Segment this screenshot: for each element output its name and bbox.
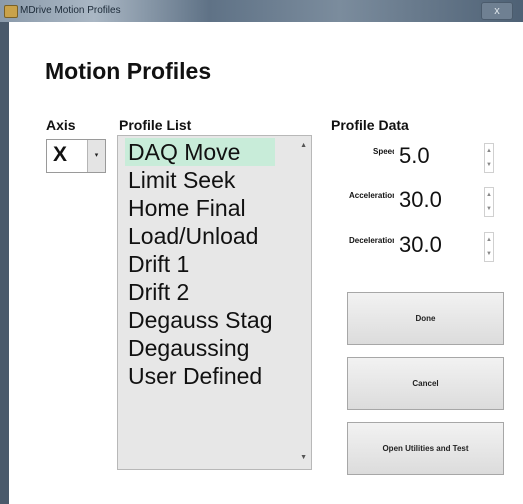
acceleration-label: Acceleration	[348, 191, 397, 200]
list-item[interactable]: Load/Unload	[125, 222, 275, 250]
scroll-down-icon[interactable]: ▼	[300, 454, 307, 461]
axis-select[interactable]: X ▾	[46, 139, 106, 173]
speed-stepper[interactable]: ▲ ▼	[484, 143, 494, 173]
app-icon	[4, 5, 18, 18]
list-item[interactable]: Limit Seek	[125, 166, 275, 194]
list-item[interactable]: Degaussing	[125, 334, 275, 362]
up-arrow-icon[interactable]: ▲	[485, 233, 493, 247]
close-button[interactable]: x	[481, 2, 513, 20]
list-item[interactable]: DAQ Move	[125, 138, 276, 166]
down-arrow-icon[interactable]: ▼	[485, 247, 493, 261]
speed-value: 5.0	[399, 143, 430, 168]
list-item[interactable]: Home Final	[125, 194, 275, 222]
deceleration-label: Deceleration	[348, 236, 397, 245]
profile-list[interactable]: DAQ Move Limit Seek Home Final Load/Unlo…	[117, 135, 312, 470]
deceleration-stepper[interactable]: ▲ ▼	[484, 232, 494, 262]
window-title: MDrive Motion Profiles	[20, 5, 121, 16]
open-utilities-button[interactable]: Open Utilities and Test	[347, 422, 504, 475]
page-title: Motion Profiles	[45, 58, 212, 84]
profile-data-label: Profile Data	[331, 117, 409, 133]
speed-label: Speed	[372, 147, 397, 156]
done-button[interactable]: Done	[347, 292, 504, 345]
down-arrow-icon[interactable]: ▼	[485, 158, 493, 172]
list-item[interactable]: User Defined	[125, 362, 275, 390]
deceleration-field[interactable]: 30.0 ▲ ▼	[394, 230, 498, 265]
profile-list-label: Profile List	[119, 117, 192, 133]
speed-field[interactable]: 5.0 ▲ ▼	[394, 141, 498, 176]
window-border	[0, 22, 9, 504]
up-arrow-icon[interactable]: ▲	[485, 144, 493, 158]
title-bar: MDrive Motion Profiles x	[0, 0, 523, 22]
acceleration-field[interactable]: 30.0 ▲ ▼	[394, 185, 498, 220]
axis-value: X	[53, 143, 68, 166]
chevron-down-icon[interactable]: ▾	[87, 140, 105, 172]
down-arrow-icon[interactable]: ▼	[485, 202, 493, 216]
dialog-body: Motion Profiles Axis X ▾ Profile List DA…	[9, 22, 523, 504]
up-arrow-icon[interactable]: ▲	[485, 188, 493, 202]
acceleration-value: 30.0	[399, 187, 442, 212]
deceleration-value: 30.0	[399, 232, 442, 257]
list-item[interactable]: Drift 1	[125, 250, 275, 278]
scroll-up-icon[interactable]: ▲	[300, 142, 307, 149]
acceleration-stepper[interactable]: ▲ ▼	[484, 187, 494, 217]
cancel-button[interactable]: Cancel	[347, 357, 504, 410]
list-item[interactable]: Drift 2	[125, 278, 275, 306]
list-item[interactable]: Degauss Stag	[125, 306, 275, 334]
axis-label: Axis	[46, 117, 76, 133]
